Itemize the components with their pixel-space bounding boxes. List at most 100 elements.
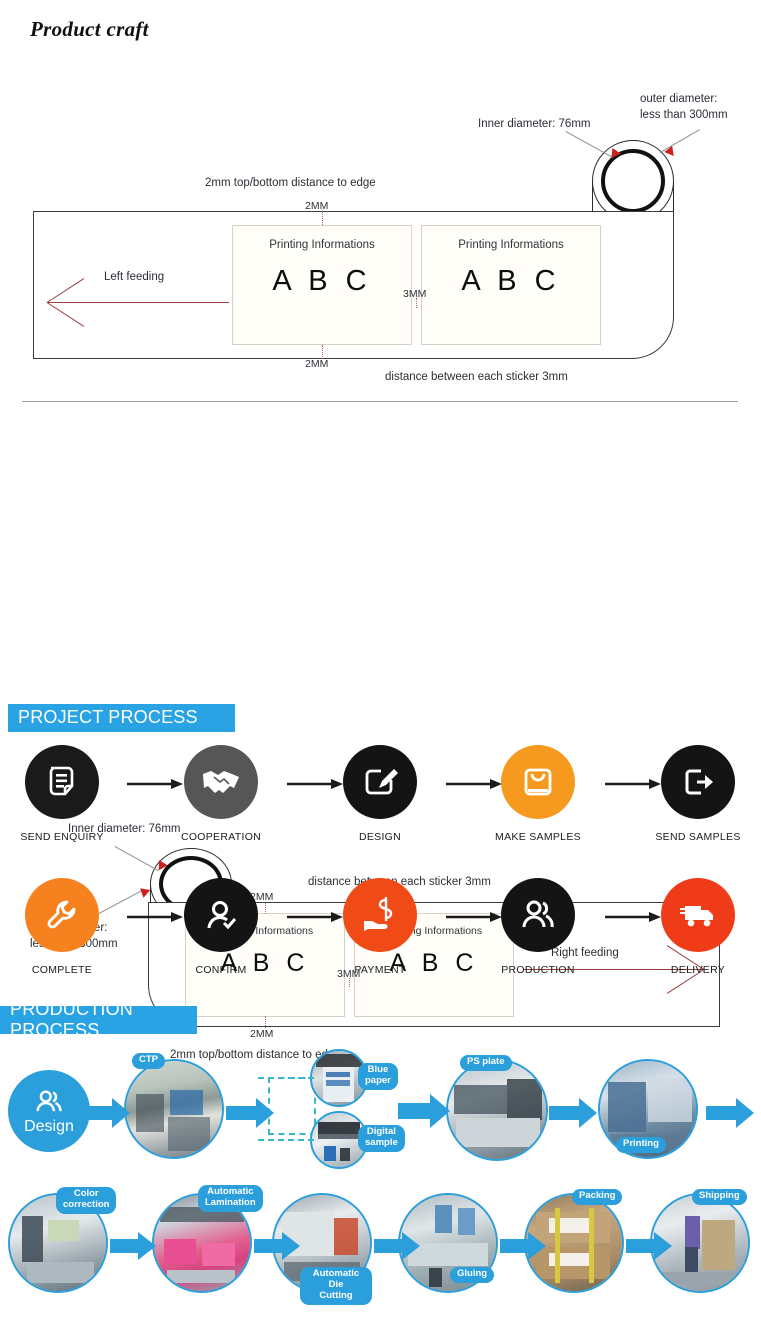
inner-diameter-label: Inner diameter: 76mm bbox=[478, 118, 591, 130]
gap-dim-label: 3MM bbox=[403, 288, 427, 300]
left-feeding-label: Left feeding bbox=[104, 271, 165, 283]
bottom-dim-label: 2MM bbox=[250, 1028, 274, 1040]
blue-arrow-icon bbox=[110, 1232, 156, 1260]
proof-group-dashed-box bbox=[268, 1077, 316, 1135]
production-row-1: Design CTP Blue paper Digital sample PS … bbox=[0, 1045, 761, 1175]
confirm-circle bbox=[184, 878, 258, 952]
blue-arrow-icon bbox=[626, 1232, 672, 1260]
process-step-label: CONFIRM bbox=[195, 964, 247, 976]
blue-arrow-icon bbox=[398, 1094, 450, 1128]
project-process-row-1: SEND ENQUIRY COOPERATION DESIGN MAKE SAM… bbox=[0, 745, 761, 875]
ctp-tag: CTP bbox=[132, 1053, 165, 1069]
production-node-printing[interactable]: Printing bbox=[598, 1059, 698, 1159]
process-step-label: MAKE SAMPLES bbox=[495, 831, 581, 843]
production-process-banner-label: PRODUCTION PROCESS bbox=[10, 998, 133, 1040]
bottom-gap-tick bbox=[322, 345, 323, 359]
process-step-delivery[interactable]: DELIVERY bbox=[638, 878, 758, 976]
document-icon bbox=[49, 766, 74, 796]
process-step-label: COMPLETE bbox=[31, 964, 93, 976]
process-step-payment[interactable]: PAYMENT bbox=[320, 878, 440, 976]
ps-plate-tag: PS plate bbox=[460, 1055, 512, 1071]
production-row-2: Color correction Automatic Lamination Au… bbox=[0, 1185, 761, 1315]
blue-arrow-icon bbox=[226, 1098, 274, 1128]
blue-arrow-icon bbox=[82, 1098, 130, 1128]
design-node[interactable]: Design bbox=[8, 1070, 90, 1152]
process-step-cooperation[interactable]: COOPERATION bbox=[161, 745, 281, 843]
blue-arrow-icon bbox=[500, 1232, 546, 1260]
process-step-design[interactable]: DESIGN bbox=[320, 745, 440, 843]
production-circle bbox=[501, 878, 575, 952]
project-process-banner: PROJECT PROCESS bbox=[8, 704, 235, 732]
handshake-icon bbox=[203, 771, 239, 793]
production-node-color-correction[interactable]: Color correction bbox=[8, 1187, 117, 1293]
outer-diameter-label-line1: outer diameter: bbox=[640, 93, 718, 105]
wrench-icon bbox=[47, 900, 76, 929]
project-process-row-2: COMPLETE CONFIRM PAYMENT PRODUCTION DELI… bbox=[0, 878, 761, 1008]
hand-money-icon bbox=[364, 897, 393, 931]
pencil-edit-icon bbox=[365, 769, 398, 795]
process-step-confirm[interactable]: CONFIRM bbox=[161, 878, 281, 976]
production-node-automatic-lamination[interactable]: Automatic Lamination bbox=[152, 1185, 263, 1293]
blue-arrow-icon bbox=[549, 1098, 597, 1128]
truck-icon bbox=[680, 906, 713, 927]
production-node-blue-paper[interactable]: Blue paper bbox=[310, 1049, 398, 1107]
shipping-tag: Shipping bbox=[692, 1189, 747, 1205]
production-node-ps-plate[interactable]: PS plate bbox=[446, 1055, 548, 1161]
printing-tag: Printing bbox=[616, 1137, 666, 1153]
outer-diameter-label-line2: less than 300mm bbox=[640, 109, 728, 121]
sticker-gap-note: distance between each sticker 3mm bbox=[385, 371, 568, 383]
send-enquiry-circle bbox=[25, 745, 99, 819]
process-step-label: PAYMENT bbox=[354, 964, 406, 976]
delivery-circle bbox=[661, 878, 735, 952]
digital-sample-tag: Digital sample bbox=[358, 1125, 405, 1152]
automatic-lamination-tag: Automatic Lamination bbox=[198, 1185, 263, 1212]
sticker-2-left-diagram: Printing Informations A B C bbox=[421, 225, 601, 345]
sticker-title: Printing Informations bbox=[458, 239, 564, 251]
dashed-connector-bottom bbox=[258, 1139, 314, 1141]
send-samples-circle bbox=[661, 745, 735, 819]
left-feeding-arrow-shaft bbox=[47, 302, 229, 303]
process-step-label: PRODUCTION bbox=[501, 964, 575, 976]
blue-arrow-icon bbox=[254, 1232, 300, 1260]
production-node-ctp[interactable]: CTP bbox=[124, 1053, 224, 1159]
sticker-abc: A B C bbox=[461, 265, 561, 297]
ctp-photo bbox=[124, 1059, 224, 1159]
users-group-icon bbox=[522, 900, 554, 928]
top-gap-tick bbox=[322, 211, 323, 225]
process-step-label: DELIVERY bbox=[670, 964, 726, 976]
sticker-abc: A B C bbox=[272, 265, 372, 297]
bottom-dim-label: 2MM bbox=[305, 358, 329, 370]
payment-circle bbox=[343, 878, 417, 952]
user-check-icon bbox=[207, 901, 237, 930]
project-process-banner-label: PROJECT PROCESS bbox=[18, 707, 198, 727]
dashed-connector-top bbox=[258, 1077, 314, 1079]
process-step-label: DESIGN bbox=[358, 831, 402, 843]
process-step-send-enquiry[interactable]: SEND ENQUIRY bbox=[2, 745, 122, 843]
process-step-label: SEND ENQUIRY bbox=[20, 831, 104, 843]
gluing-tag: Gluing bbox=[450, 1267, 495, 1283]
blue-arrow-icon bbox=[706, 1098, 754, 1128]
ps-plate-photo bbox=[446, 1059, 548, 1161]
production-node-digital-sample[interactable]: Digital sample bbox=[310, 1111, 405, 1169]
complete-circle bbox=[25, 878, 99, 952]
top-edge-note: 2mm top/bottom distance to edge bbox=[205, 177, 376, 189]
process-step-make-samples[interactable]: MAKE SAMPLES bbox=[478, 745, 598, 843]
automatic-die-cutting-tag: Automatic Die Cutting bbox=[300, 1267, 372, 1305]
shopping-bag-icon bbox=[524, 768, 552, 796]
process-step-send-samples[interactable]: SEND SAMPLES bbox=[638, 745, 758, 843]
users-group-icon bbox=[36, 1090, 62, 1112]
export-arrow-icon bbox=[685, 769, 713, 795]
packing-tag: Packing bbox=[572, 1189, 623, 1205]
sticker-title: Printing Informations bbox=[269, 239, 375, 251]
process-step-label: COOPERATION bbox=[180, 831, 262, 843]
design-node-label: Design bbox=[24, 1118, 74, 1135]
color-correction-tag: Color correction bbox=[56, 1187, 117, 1214]
section-divider bbox=[22, 401, 738, 402]
diagram-right-feeding: Inner diameter: 76mm outer diameter: les… bbox=[0, 410, 761, 1061]
cooperation-circle bbox=[184, 745, 258, 819]
design-circle-icon bbox=[343, 745, 417, 819]
blue-paper-tag: Blue paper bbox=[358, 1063, 398, 1090]
process-step-complete[interactable]: COMPLETE bbox=[2, 878, 122, 976]
process-step-production[interactable]: PRODUCTION bbox=[478, 878, 598, 976]
diagram-left-feeding: Inner diameter: 76mm outer diameter: les… bbox=[0, 0, 761, 400]
